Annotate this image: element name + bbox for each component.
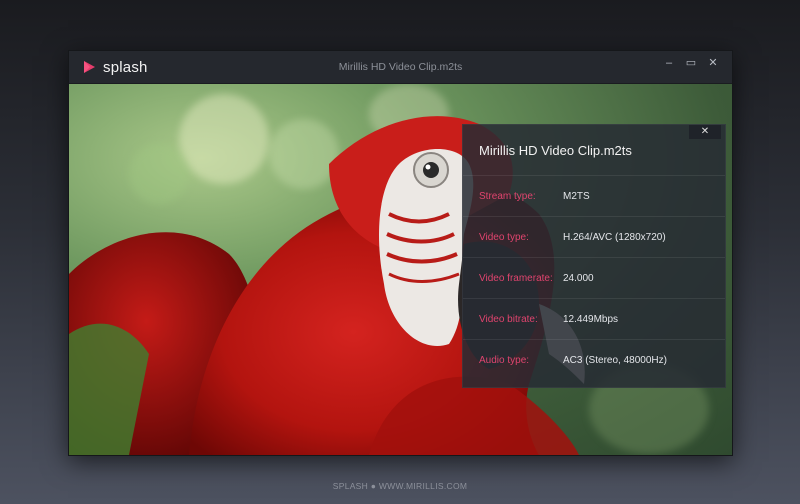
info-label: Video framerate:	[479, 273, 553, 284]
maximize-icon: ▭	[685, 57, 697, 69]
footer-branding: SPLASH ● WWW.MIRILLIS.COM	[332, 481, 468, 491]
info-row-audio-type: Audio type: AC3 (Stereo, 48000Hz)	[463, 339, 725, 381]
info-label: Video bitrate:	[479, 314, 538, 325]
info-value: AC3 (Stereo, 48000Hz)	[563, 355, 667, 366]
title-bar[interactable]: splash Mirillis HD Video Clip.m2ts – ▭ ✕	[69, 51, 732, 84]
window-title: Mirillis HD Video Clip.m2ts	[338, 61, 463, 73]
info-label: Video type:	[479, 232, 529, 243]
info-label: Audio type:	[479, 355, 530, 366]
info-value: M2TS	[563, 191, 590, 202]
close-button[interactable]: ✕	[702, 53, 724, 73]
close-icon: ✕	[708, 57, 718, 69]
info-label: Stream type:	[479, 191, 536, 202]
minimize-icon: –	[665, 57, 673, 69]
player-window: splash Mirillis HD Video Clip.m2ts – ▭ ✕	[68, 50, 733, 456]
maximize-button[interactable]: ▭	[680, 53, 702, 73]
video-frame[interactable]: ✕ Mirillis HD Video Clip.m2ts Stream typ…	[69, 84, 732, 455]
info-row-video-type: Video type: H.264/AVC (1280x720)	[463, 216, 725, 258]
info-value: H.264/AVC (1280x720)	[563, 232, 666, 243]
info-row-video-framerate: Video framerate: 24.000	[463, 257, 725, 299]
info-row-stream-type: Stream type: M2TS	[463, 175, 725, 217]
media-info-panel: ✕ Mirillis HD Video Clip.m2ts Stream typ…	[462, 124, 726, 388]
info-panel-close-button[interactable]: ✕	[689, 125, 721, 139]
minimize-button[interactable]: –	[658, 53, 680, 73]
info-value: 24.000	[563, 273, 594, 284]
close-icon: ✕	[700, 126, 710, 137]
info-row-video-bitrate: Video bitrate: 12.449Mbps	[463, 298, 725, 340]
info-value: 12.449Mbps	[563, 314, 619, 325]
info-panel-title: Mirillis HD Video Clip.m2ts	[479, 143, 632, 158]
